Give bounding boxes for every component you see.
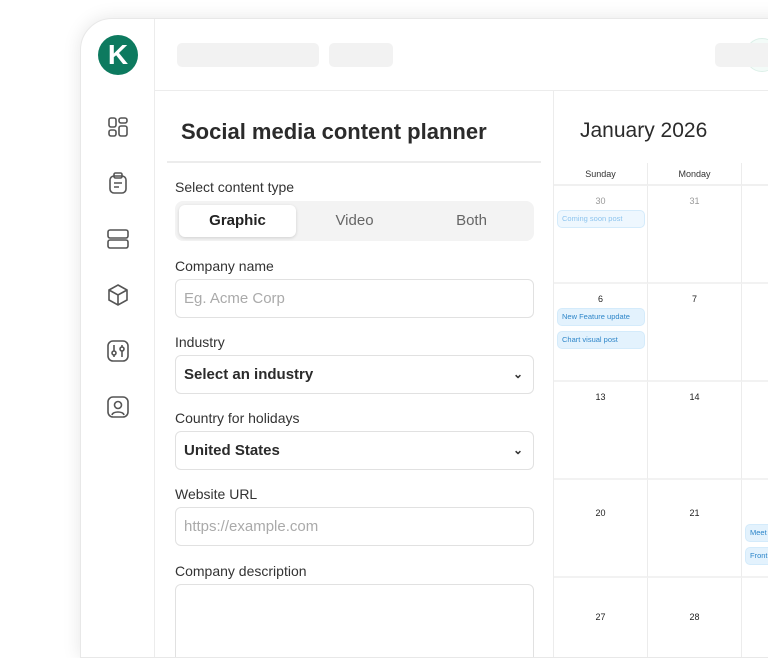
option-both[interactable]: Both [413, 205, 530, 237]
day-number: 20 [595, 508, 606, 518]
day-number: 21 [689, 508, 700, 518]
dashboard-icon[interactable] [106, 115, 130, 139]
company-description-input[interactable] [175, 584, 534, 657]
day-number: 13 [595, 392, 606, 402]
app-window: K TV Social media content planner Select… [80, 18, 768, 658]
day-number: 6 [597, 294, 603, 304]
company-label: Company name [175, 258, 274, 274]
calendar-day-cell[interactable]: 28 [648, 578, 742, 657]
rows-icon[interactable] [106, 227, 130, 251]
calendar-day-cell[interactable]: 31 [648, 186, 742, 284]
logo: K [98, 35, 138, 75]
calendar-day-cell[interactable]: 27 [554, 578, 648, 657]
calendar-event[interactable]: Meet w [745, 524, 768, 542]
content-type-toggle: Graphic Video Both [175, 201, 534, 241]
industry-value: Select an industry [184, 366, 314, 383]
calendar-day-cell[interactable]: Meet w Frontie [742, 480, 768, 578]
calendar-day-cell[interactable]: 30 Coming soon post [554, 186, 648, 284]
calendar-day-cell[interactable] [742, 382, 768, 480]
calendar: January 2026 Sunday Monday 30 Coming soon p… [554, 91, 768, 657]
day-header: Monday [648, 163, 742, 186]
day-header: Sunday [554, 163, 648, 186]
calendar-month: January 2026 [580, 119, 708, 142]
content-type-label: Select content type [175, 179, 295, 195]
calendar-day-cell[interactable]: 13 [554, 382, 648, 480]
calendar-day-cell[interactable]: 6 New Feature update Chart visual post [554, 284, 648, 382]
day-number: 28 [689, 612, 700, 622]
calendar-day-cell[interactable]: 14 [648, 382, 742, 480]
calendar-event[interactable]: Frontie [745, 547, 768, 565]
placeholder-block [329, 43, 393, 67]
option-graphic[interactable]: Graphic [179, 205, 296, 237]
calendar-day-cell[interactable] [742, 284, 768, 382]
placeholder-block [177, 43, 319, 67]
calendar-event[interactable]: New Feature update [557, 308, 645, 326]
industry-select[interactable]: Select an industry ⌄ [175, 355, 534, 394]
option-video[interactable]: Video [296, 205, 413, 237]
calendar-day-cell[interactable] [742, 578, 768, 657]
day-number: 31 [689, 196, 700, 206]
country-label: Country for holidays [175, 410, 300, 426]
user-icon[interactable] [106, 395, 130, 419]
country-value: United States [184, 442, 280, 459]
sliders-icon[interactable] [106, 339, 130, 363]
website-url-input[interactable]: https://example.com [175, 507, 534, 546]
industry-label: Industry [175, 334, 225, 350]
calendar-event[interactable]: Coming soon post [557, 210, 645, 228]
day-header [742, 163, 768, 186]
day-number: 27 [595, 612, 606, 622]
calendar-day-cell[interactable]: 7 [648, 284, 742, 382]
divider [167, 161, 541, 163]
calendar-event[interactable]: Chart visual post [557, 331, 645, 349]
chevron-down-icon: ⌄ [512, 367, 523, 381]
country-select[interactable]: United States ⌄ [175, 431, 534, 470]
calendar-day-cell[interactable] [742, 186, 768, 284]
day-number: 7 [691, 294, 697, 304]
page-title: Social media content planner [181, 119, 487, 144]
website-label: Website URL [175, 486, 258, 502]
company-name-input[interactable]: Eg. Acme Corp [175, 279, 534, 318]
day-number: 30 [595, 196, 606, 206]
calendar-day-cell[interactable]: 21 [648, 480, 742, 578]
day-number: 14 [689, 392, 700, 402]
chevron-down-icon: ⌄ [512, 443, 523, 457]
top-bar: TV [155, 19, 768, 91]
calendar-day-cell[interactable]: 20 [554, 480, 648, 578]
placeholder-block [715, 43, 768, 67]
description-label: Company description [175, 563, 307, 579]
box-icon[interactable] [106, 283, 130, 307]
sidebar: K [81, 19, 155, 657]
clipboard-icon[interactable] [106, 171, 130, 195]
planner-form: Social media content planner Select cont… [155, 91, 554, 657]
